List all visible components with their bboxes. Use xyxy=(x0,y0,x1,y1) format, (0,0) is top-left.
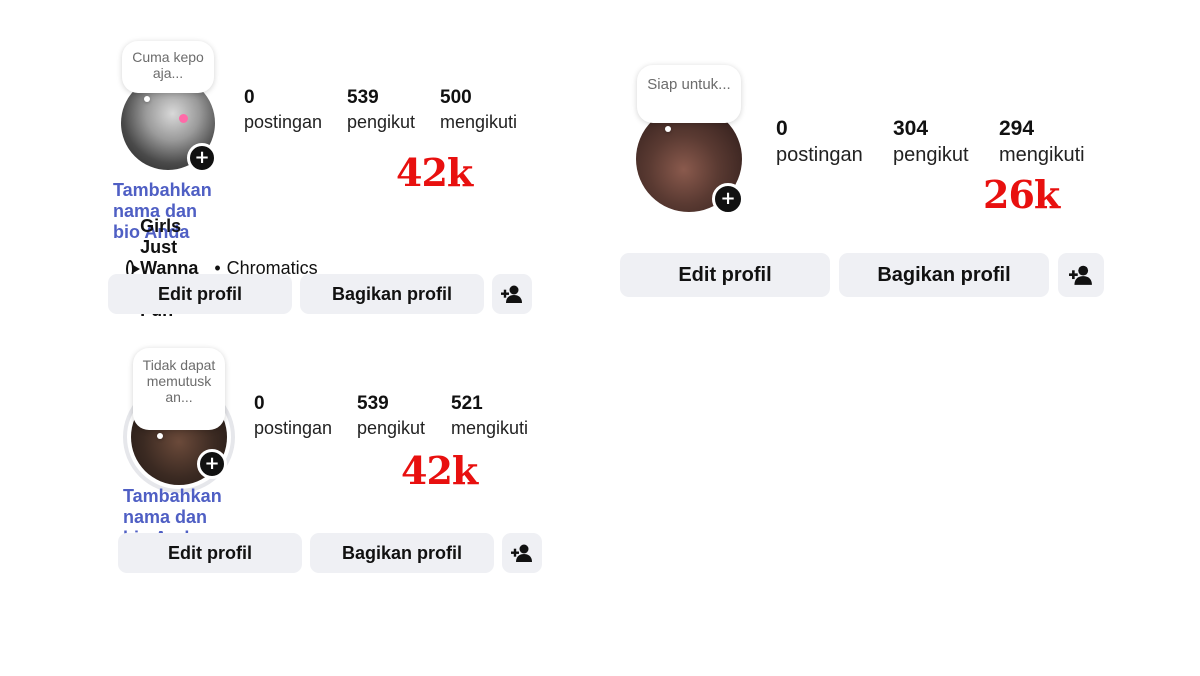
stat-posts-count: 0 xyxy=(776,117,788,140)
stat-posts[interactable]: 0 postingan xyxy=(254,392,332,440)
note-bubble-tail xyxy=(665,126,671,132)
share-profile-button[interactable]: Bagikan profil xyxy=(839,253,1049,297)
stat-followers-label: pengikut xyxy=(893,144,969,166)
note-bubble[interactable]: Tidak dapat memutusk an... xyxy=(133,348,225,439)
add-person-button[interactable] xyxy=(502,533,542,573)
edit-profile-button[interactable]: Edit profil xyxy=(108,274,292,314)
note-text: Siap untuk... xyxy=(647,76,731,93)
stat-followers-count: 539 xyxy=(357,393,389,414)
stat-following-count: 521 xyxy=(451,393,483,414)
add-person-button[interactable] xyxy=(492,274,532,314)
share-profile-button[interactable]: Bagikan profil xyxy=(300,274,484,314)
stat-posts-label: postingan xyxy=(776,144,863,166)
note-bubble-tail xyxy=(157,433,163,439)
stat-posts-count: 0 xyxy=(254,393,265,414)
stat-followers-label: pengikut xyxy=(357,418,426,438)
add-person-button[interactable] xyxy=(1058,253,1104,297)
stat-followers-count: 539 xyxy=(347,87,379,108)
note-bubble[interactable]: Cuma kepo aja... xyxy=(122,41,214,102)
stat-posts-label: postingan xyxy=(244,112,323,132)
stat-following[interactable]: 500 mengikuti xyxy=(440,86,517,134)
stat-posts[interactable]: 0 postingan xyxy=(244,86,322,134)
follower-overlay-text: 42k xyxy=(396,150,473,195)
add-person-icon xyxy=(1069,265,1092,285)
stat-followers-count: 304 xyxy=(893,117,929,140)
stat-following[interactable]: 294 mengikuti xyxy=(999,116,1085,168)
heart-sticker xyxy=(179,114,188,123)
note-text: Cuma kepo aja... xyxy=(132,49,204,81)
stat-following-count: 500 xyxy=(440,87,472,108)
plus-icon[interactable]: + xyxy=(712,183,744,215)
note-bubble[interactable]: Siap untuk... xyxy=(637,65,741,132)
share-profile-button[interactable]: Bagikan profil xyxy=(310,533,494,573)
stat-following-label: mengikuti xyxy=(440,112,518,132)
stat-followers[interactable]: 539 pengikut xyxy=(347,86,415,134)
note-text: Tidak dapat memutusk an... xyxy=(142,357,216,405)
edit-profile-button[interactable]: Edit profil xyxy=(620,253,830,297)
stat-following-label: mengikuti xyxy=(451,418,529,438)
stat-followers-label: pengikut xyxy=(347,112,416,132)
add-person-icon xyxy=(501,285,522,303)
stat-following[interactable]: 521 mengikuti xyxy=(451,392,528,440)
plus-icon[interactable]: + xyxy=(197,449,227,479)
edit-profile-button[interactable]: Edit profil xyxy=(118,533,302,573)
plus-icon[interactable]: + xyxy=(187,143,217,173)
follower-overlay-text: 26k xyxy=(983,172,1060,217)
stat-posts-count: 0 xyxy=(244,87,255,108)
follower-overlay-text: 42k xyxy=(401,448,478,493)
stat-following-count: 294 xyxy=(999,117,1035,140)
add-person-icon xyxy=(511,544,532,562)
stat-followers[interactable]: 539 pengikut xyxy=(357,392,425,440)
stat-posts[interactable]: 0 postingan xyxy=(776,116,863,168)
note-bubble-tail xyxy=(144,96,150,102)
stat-following-label: mengikuti xyxy=(999,144,1085,166)
stat-posts-label: postingan xyxy=(254,418,333,438)
stat-followers[interactable]: 304 pengikut xyxy=(893,116,969,168)
